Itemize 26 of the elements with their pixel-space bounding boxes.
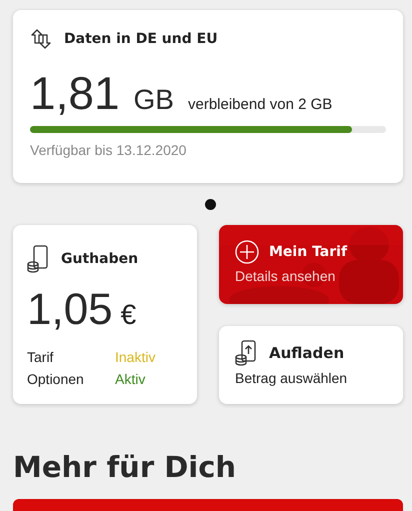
status-label: Tarif bbox=[27, 349, 54, 365]
phone-coins-icon bbox=[27, 245, 49, 273]
card-title: Guthaben bbox=[61, 251, 138, 267]
remaining-text: verbleibend von 2 GB bbox=[188, 96, 332, 113]
data-unit: GB bbox=[134, 84, 174, 116]
status-label: Optionen bbox=[27, 371, 85, 387]
validity-text: Verfügbar bis 13.12.2020 bbox=[30, 142, 188, 158]
currency: € bbox=[120, 299, 136, 331]
card-subtitle: Details ansehen bbox=[235, 268, 336, 284]
status-value: Inaktiv bbox=[115, 349, 156, 365]
card-title: Daten in DE und EU bbox=[64, 31, 218, 47]
balance-amount: 1,05 bbox=[27, 285, 113, 335]
section-title: Mehr für Dich bbox=[13, 449, 238, 486]
arrows-icon bbox=[30, 28, 52, 50]
card-title: Mein Tarif bbox=[269, 244, 348, 260]
balance-card[interactable]: Guthaben 1,05 € Tarif Inaktiv Optionen Aktiv bbox=[13, 225, 197, 404]
tariff-card[interactable]: Mein Tarif Details ansehen bbox=[219, 225, 403, 304]
page-dot[interactable] bbox=[205, 198, 216, 210]
status-value: Aktiv bbox=[115, 371, 146, 387]
plus-circle-icon bbox=[235, 240, 259, 264]
card-title: Aufladen bbox=[269, 344, 344, 362]
data-amount: 1,81 bbox=[30, 70, 120, 116]
card-subtitle: Betrag auswählen bbox=[235, 370, 348, 386]
topup-card[interactable]: Aufladen Betrag auswählen bbox=[219, 326, 403, 404]
data-card[interactable]: Daten in DE und EU 1,81 GB verbleibend von 2 GB Verfügbar bis 13.12.2020 bbox=[13, 10, 403, 183]
phone-coins-icon bbox=[235, 340, 257, 366]
